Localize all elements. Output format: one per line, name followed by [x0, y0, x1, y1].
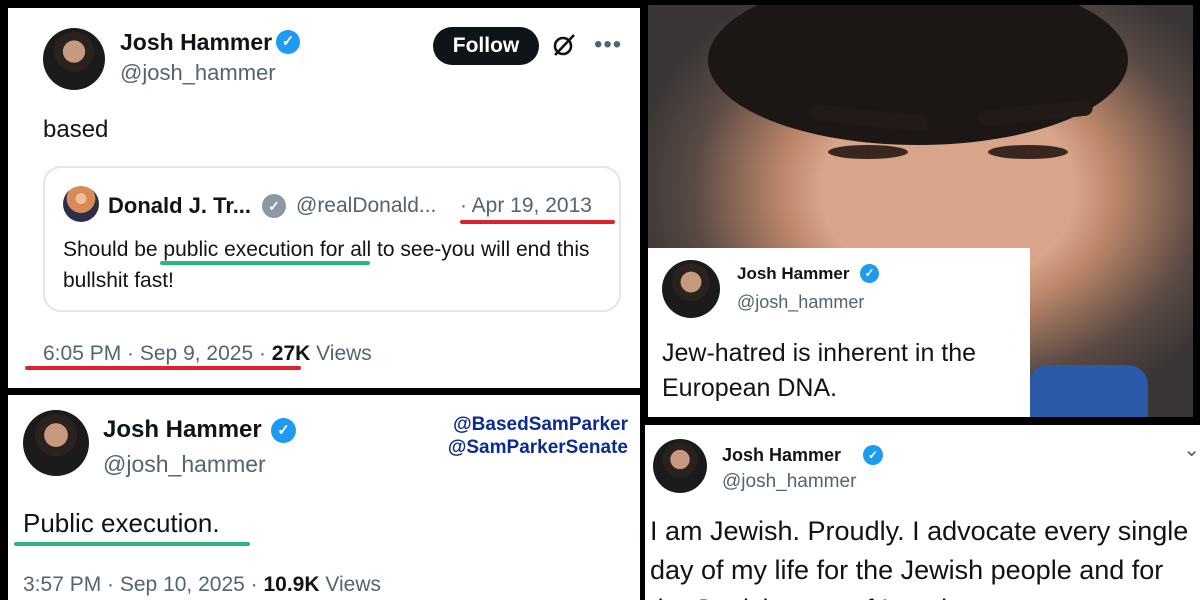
portrait-eye	[988, 145, 1068, 159]
verified-badge-icon: ✓	[262, 194, 286, 218]
green-highlight-underline	[160, 261, 370, 265]
tweet-photo-card: Josh Hammer ✓ @josh_hammer Jew-hatred is…	[648, 248, 1030, 417]
mention-link[interactable]: @SamParkerSenate	[448, 436, 628, 459]
chevron-down-icon[interactable]: ⌄	[1183, 437, 1200, 462]
quoted-date: · Apr 19, 2013	[460, 194, 592, 217]
views-count: 10.9K	[263, 573, 320, 596]
quoted-text-highlight: public execution	[163, 238, 315, 261]
author-name[interactable]: Josh Hammer	[103, 416, 262, 444]
author-handle[interactable]: @josh_hammer	[722, 471, 856, 493]
red-highlight-underline	[25, 366, 301, 370]
verified-badge-icon: ✓	[863, 445, 883, 465]
tweet-execution-panel: Josh Hammer ✓ @josh_hammer @BasedSamPark…	[8, 395, 640, 600]
author-handle[interactable]: @josh_hammer	[737, 292, 864, 313]
tweet-jewish-panel: Josh Hammer ✓ @josh_hammer ⌄ I am Jewish…	[645, 425, 1200, 600]
tweet-text: Public execution.	[23, 508, 220, 538]
more-dots-icon[interactable]: •••	[594, 32, 622, 58]
quoted-tweet[interactable]: Donald J. Tr... ✓ @realDonald... · Apr 1…	[43, 166, 621, 312]
tweet-timestamp[interactable]: 3:57 PM · Sep 10, 2025 ·	[23, 573, 263, 596]
views-label: Views	[310, 342, 372, 365]
views-count: 27K	[271, 342, 311, 365]
green-highlight-underline	[14, 542, 250, 546]
avatar[interactable]	[23, 410, 89, 476]
avatar	[63, 186, 99, 222]
quoted-text-before: Should be	[63, 238, 164, 261]
grok-icon[interactable]	[551, 32, 577, 58]
tweet-text: based	[43, 116, 109, 143]
tweet-meta: 3:57 PM · Sep 10, 2025 · 10.9K Views	[23, 573, 381, 597]
mention-link[interactable]: @BasedSamParker	[448, 413, 628, 436]
author-name[interactable]: Josh Hammer	[120, 29, 272, 56]
views-label: Views	[319, 573, 382, 596]
tweet-main-panel: Josh Hammer ✓ @josh_hammer Follow ••• ba…	[8, 8, 640, 388]
mentions: @BasedSamParker @SamParkerSenate	[448, 413, 628, 459]
tweet-text: Jew-hatred is inherent in the European D…	[662, 339, 977, 402]
avatar[interactable]	[653, 439, 707, 493]
author-name[interactable]: Josh Hammer	[737, 264, 849, 284]
verified-badge-icon: ✓	[271, 418, 296, 443]
author-handle[interactable]: @josh_hammer	[103, 451, 266, 478]
verified-badge-icon: ✓	[860, 264, 879, 283]
portrait-shirt	[1028, 365, 1148, 417]
tweet-meta: 6:05 PM · Sep 9, 2025 · 27K Views	[43, 342, 372, 366]
author-handle[interactable]: @josh_hammer	[120, 60, 276, 86]
tweet-text: I am Jewish. Proudly. I advocate every s…	[650, 516, 1189, 600]
portrait-eye	[828, 145, 908, 159]
avatar[interactable]	[662, 260, 720, 318]
author-name[interactable]: Josh Hammer	[722, 445, 841, 466]
photo-panel: Josh Hammer ✓ @josh_hammer Jew-hatred is…	[648, 5, 1193, 417]
tweet-timestamp[interactable]: 6:05 PM · Sep 9, 2025 ·	[43, 342, 272, 365]
verified-badge-icon: ✓	[276, 30, 300, 54]
quoted-author-name: Donald J. Tr...	[108, 193, 252, 218]
quoted-author-handle: @realDonald...	[296, 194, 437, 217]
follow-button[interactable]: Follow	[433, 27, 539, 65]
red-highlight-underline	[460, 220, 615, 224]
quoted-text: Should be public execution for all to se…	[63, 234, 593, 296]
avatar[interactable]	[43, 28, 105, 90]
